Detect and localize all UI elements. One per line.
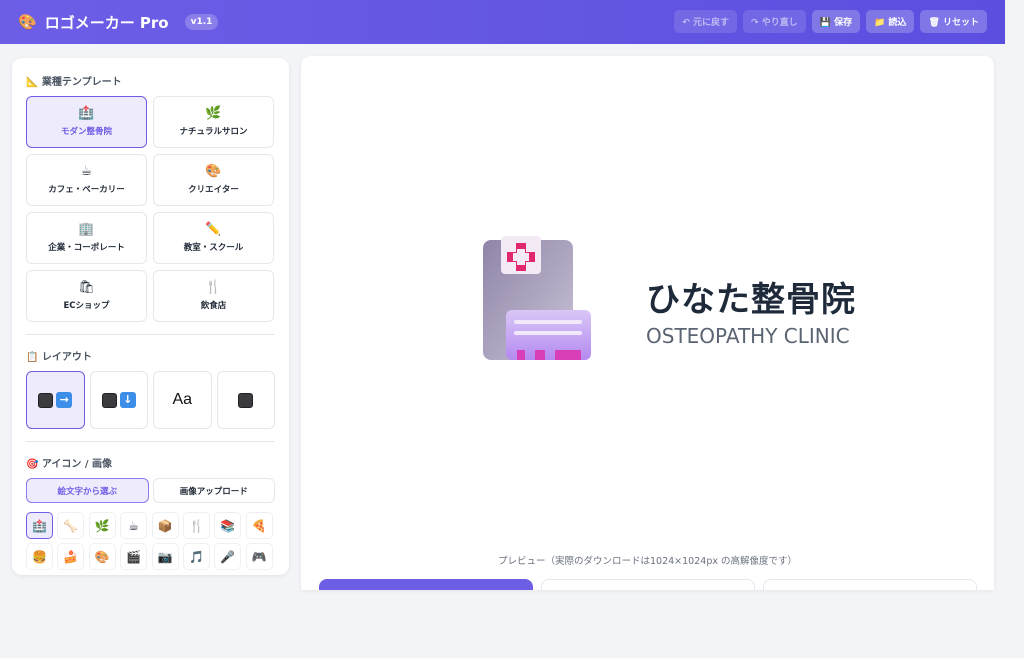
download-tertiary-button[interactable] (763, 579, 977, 590)
fork-knife-icon: 🍴 (205, 280, 222, 295)
emoji-fork-knife[interactable]: 🍴 (182, 512, 210, 539)
sidebar: 📐 業種テンプレート 🏥 モダン整骨院 🌿 ナチュラルサロン ☕ カフェ・ベーカ… (12, 58, 289, 575)
app-title-text: ロゴメーカー Pro (44, 13, 169, 32)
template-cafe-bakery[interactable]: ☕ カフェ・ベーカリー (26, 154, 147, 206)
templates-section-title: 📐 業種テンプレート (26, 76, 122, 88)
emoji-hospital[interactable]: 🏥 (26, 512, 53, 539)
emoji-clapper[interactable]: 🎬 (120, 543, 148, 570)
brand-name: ひなた整骨院 (646, 280, 856, 320)
load-button[interactable]: 📁 読込 (866, 10, 915, 33)
herb-icon: 🌿 (205, 106, 222, 121)
template-label: モダン整骨院 (60, 127, 112, 137)
emoji-gamepad[interactable]: 🎮 (245, 543, 273, 570)
divider (26, 334, 275, 335)
emoji-pizza[interactable]: 🍕 (245, 512, 273, 539)
preview-note: プレビュー（実際のダウンロードは1024×1024px の高解像度です） (498, 556, 797, 567)
square-icon (101, 392, 117, 408)
emoji-palette[interactable]: 🎨 (88, 543, 116, 570)
reset-button[interactable]: 🗑 リセット (920, 10, 987, 33)
square-icon (238, 392, 254, 408)
template-grid: 🏥 モダン整骨院 🌿 ナチュラルサロン ☕ カフェ・ベーカリー 🎨 クリエイター… (26, 96, 275, 322)
app-header: 🎨 ロゴメーカー Pro v1.1 ↶ 元に戻す ↷ やり直し 💾 保存 📁 読… (0, 0, 1005, 44)
preview-panel: ひなた整骨院 OSTEOPATHY CLINIC プレビュー（実際のダウンロード… (301, 56, 994, 590)
template-corporate[interactable]: 🏢 企業・コーポレート (26, 212, 147, 264)
text-only-label: Aa (172, 391, 193, 408)
emoji-cake[interactable]: 🍰 (57, 543, 85, 570)
download-primary-button[interactable] (319, 579, 533, 590)
emoji-coffee[interactable]: ☕ (120, 512, 148, 539)
layout-vertical-option[interactable]: ↓ (89, 371, 148, 429)
emoji-burger[interactable]: 🍔 (26, 543, 53, 570)
tab-image-upload[interactable]: 画像アップロード (152, 478, 275, 503)
template-label: ECショップ (63, 301, 110, 311)
layout-icon-only-option[interactable] (216, 371, 275, 429)
emoji-herb[interactable]: 🌿 (88, 512, 116, 539)
redo-button[interactable]: ↷ やり直し (743, 10, 806, 33)
brand-subtitle: OSTEOPATHY CLINIC (646, 324, 850, 348)
layout-options: → ↓ Aa (26, 371, 275, 429)
tab-emoji[interactable]: 絵文字から選ぶ (26, 478, 149, 503)
template-ec-shop[interactable]: 🛍 ECショップ (26, 270, 147, 322)
template-creator[interactable]: 🎨 クリエイター (153, 154, 274, 206)
emoji-camera[interactable]: 📷 (151, 543, 179, 570)
template-label: 企業・コーポレート (48, 243, 125, 253)
logo-preview: ひなた整骨院 OSTEOPATHY CLINIC (481, 234, 861, 364)
template-modern-clinic[interactable]: 🏥 モダン整骨院 (26, 96, 147, 148)
layout-section-title: 📋 レイアウト (26, 351, 92, 363)
emoji-package[interactable]: 📦 (151, 512, 179, 539)
shopping-bag-icon: 🛍 (78, 280, 95, 295)
template-label: 教室・スクール (183, 243, 244, 253)
template-label: カフェ・ベーカリー (48, 185, 125, 195)
template-label: 飲食店 (200, 301, 227, 311)
download-buttons (319, 579, 977, 590)
palette-icon: 🎨 (18, 13, 37, 31)
office-building-icon: 🏢 (78, 222, 95, 237)
layout-text-only-option[interactable]: Aa (153, 371, 212, 429)
template-school[interactable]: ✏️ 教室・スクール (153, 212, 274, 264)
template-label: クリエイター (188, 185, 239, 195)
pencil-icon: ✏️ (205, 222, 222, 237)
divider (26, 441, 275, 442)
app-title: 🎨 ロゴメーカー Pro v1.1 (18, 12, 219, 33)
layout-horizontal-option[interactable]: → (26, 371, 85, 429)
emoji-grid: 🏥 🦴 🌿 ☕ 📦 🍴 📚 🍕 🍔 🍰 🎨 🎬 📷 🎵 🎤 🎮 (26, 512, 275, 570)
icon-source-tabs: 絵文字から選ぶ 画像アップロード (26, 478, 275, 503)
square-icon (38, 392, 54, 408)
template-restaurant[interactable]: 🍴 飲食店 (153, 270, 274, 322)
arrow-right-icon: → (56, 392, 73, 408)
header-toolbar: ↶ 元に戻す ↷ やり直し 💾 保存 📁 読込 🗑 リセット (674, 10, 987, 33)
undo-button[interactable]: ↶ 元に戻す (674, 10, 738, 33)
clinic-logo-icon (483, 236, 591, 360)
emoji-music[interactable]: 🎵 (182, 543, 210, 570)
coffee-icon: ☕ (80, 164, 93, 179)
palette-icon: 🎨 (205, 164, 222, 179)
icon-section-title: 🎯 アイコン / 画像 (26, 458, 113, 470)
emoji-books[interactable]: 📚 (214, 512, 242, 539)
emoji-microphone[interactable]: 🎤 (214, 543, 242, 570)
version-badge: v1.1 (184, 14, 219, 30)
save-button[interactable]: 💾 保存 (811, 10, 861, 33)
download-secondary-button[interactable] (541, 579, 755, 590)
hospital-icon: 🏥 (78, 106, 95, 121)
template-label: ナチュラルサロン (179, 127, 248, 137)
template-natural-salon[interactable]: 🌿 ナチュラルサロン (153, 96, 274, 148)
emoji-bone[interactable]: 🦴 (57, 512, 85, 539)
arrow-down-icon: ↓ (119, 392, 136, 408)
